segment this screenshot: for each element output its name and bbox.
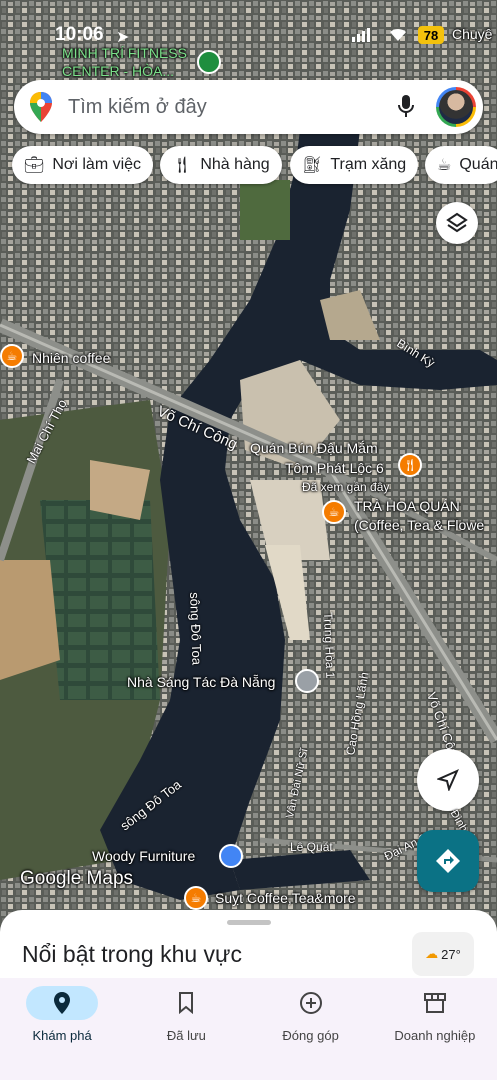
fitness-pin-icon[interactable]	[197, 50, 221, 74]
nav-contribute[interactable]: Đóng góp	[249, 978, 373, 1080]
briefcase-icon: 💼︎	[24, 157, 45, 174]
restaurant-icon: 🍴︎	[172, 157, 193, 174]
location-pin-icon	[54, 992, 71, 1014]
place-tra-hoa[interactable]: TRÀ HOA QUÁN	[354, 498, 460, 514]
storefront-icon	[423, 993, 446, 1013]
gas-station-icon: ⛽︎	[302, 157, 323, 174]
map-label-fitness: MINH TRÍ FITNESS CENTER - HÒA...	[62, 45, 187, 79]
place-nha-sang-tac[interactable]: Nhà Sáng Tác Đà Nẵng	[127, 674, 275, 690]
search-input[interactable]: Tìm kiếm ở đây	[68, 96, 396, 119]
bottom-navigation: Khám phá Đã lưu Đóng góp Doanh nghiệp	[0, 978, 497, 1080]
sheet-title: Nổi bật trong khu vực	[22, 941, 242, 967]
recently-viewed-label: Đã xem gần đây	[302, 480, 390, 494]
weather-cloud-icon: ☁︎	[425, 946, 439, 961]
nav-saved[interactable]: Đã lưu	[124, 978, 248, 1080]
shopping-pin-icon[interactable]	[219, 844, 243, 868]
map-label-top-right: Chuyê	[452, 26, 493, 42]
landmark-pin-icon[interactable]	[295, 669, 319, 693]
chip-gas-station[interactable]: ⛽︎ Trạm xăng	[290, 146, 419, 184]
my-location-button[interactable]	[417, 749, 479, 811]
suyt-coffee-pin-icon[interactable]: ☕︎	[184, 886, 208, 910]
navigation-arrow-icon	[437, 769, 459, 791]
place-suyt-coffee[interactable]: Suỵt Coffee,Tea&more	[215, 890, 356, 906]
sheet-drag-handle[interactable]	[227, 920, 271, 925]
avatar[interactable]	[436, 87, 476, 127]
add-circle-icon	[299, 992, 322, 1014]
poi-coffee-icon[interactable]: ☕︎	[0, 344, 24, 368]
place-bun-dau[interactable]: Quán Bún Đậu Mắm	[250, 440, 378, 456]
road-le-quat: Lê Quát	[290, 840, 333, 854]
layers-button[interactable]	[436, 202, 478, 244]
bookmark-icon	[179, 992, 194, 1014]
signal-icon	[352, 28, 372, 47]
tea-pin-icon[interactable]: ☕︎	[322, 500, 346, 524]
restaurant-pin-icon[interactable]: 🍴︎	[398, 453, 422, 477]
microphone-icon[interactable]	[396, 93, 416, 121]
road-trung-hoa-1: Trung Hòa 1	[321, 612, 338, 679]
wifi-icon	[388, 26, 408, 47]
place-nhien-coffee[interactable]: Nhiên coffee	[32, 350, 110, 366]
river-label-1: sông Đô Toa	[187, 592, 205, 666]
weather-badge: ☁︎ 27°	[412, 932, 474, 976]
nav-business[interactable]: Doanh nghiệp	[373, 978, 497, 1080]
coffee-icon: ☕︎	[437, 157, 452, 174]
map-watermark: Google Maps	[20, 868, 134, 889]
chip-coffee[interactable]: ☕︎ Quán	[425, 146, 497, 184]
search-bar[interactable]: Tìm kiếm ở đây	[14, 80, 483, 134]
directions-icon	[436, 849, 460, 873]
place-woody-furniture[interactable]: Woody Furniture	[92, 848, 195, 864]
chip-restaurant[interactable]: 🍴︎ Nhà hàng	[160, 146, 282, 184]
place-bun-dau-line2[interactable]: Tôm Phát Lộc 6	[285, 460, 384, 476]
directions-button[interactable]	[417, 830, 479, 892]
nav-explore[interactable]: Khám phá	[0, 978, 124, 1080]
place-tra-hoa-line2[interactable]: (Coffee, Tea & Flowe	[354, 517, 484, 533]
status-time: 10:06	[55, 24, 104, 45]
chip-workplace[interactable]: 💼︎ Nơi làm việc	[12, 146, 154, 184]
aqi-badge: 78	[418, 26, 444, 44]
google-maps-pin-icon	[30, 92, 52, 122]
layers-icon	[446, 212, 468, 233]
